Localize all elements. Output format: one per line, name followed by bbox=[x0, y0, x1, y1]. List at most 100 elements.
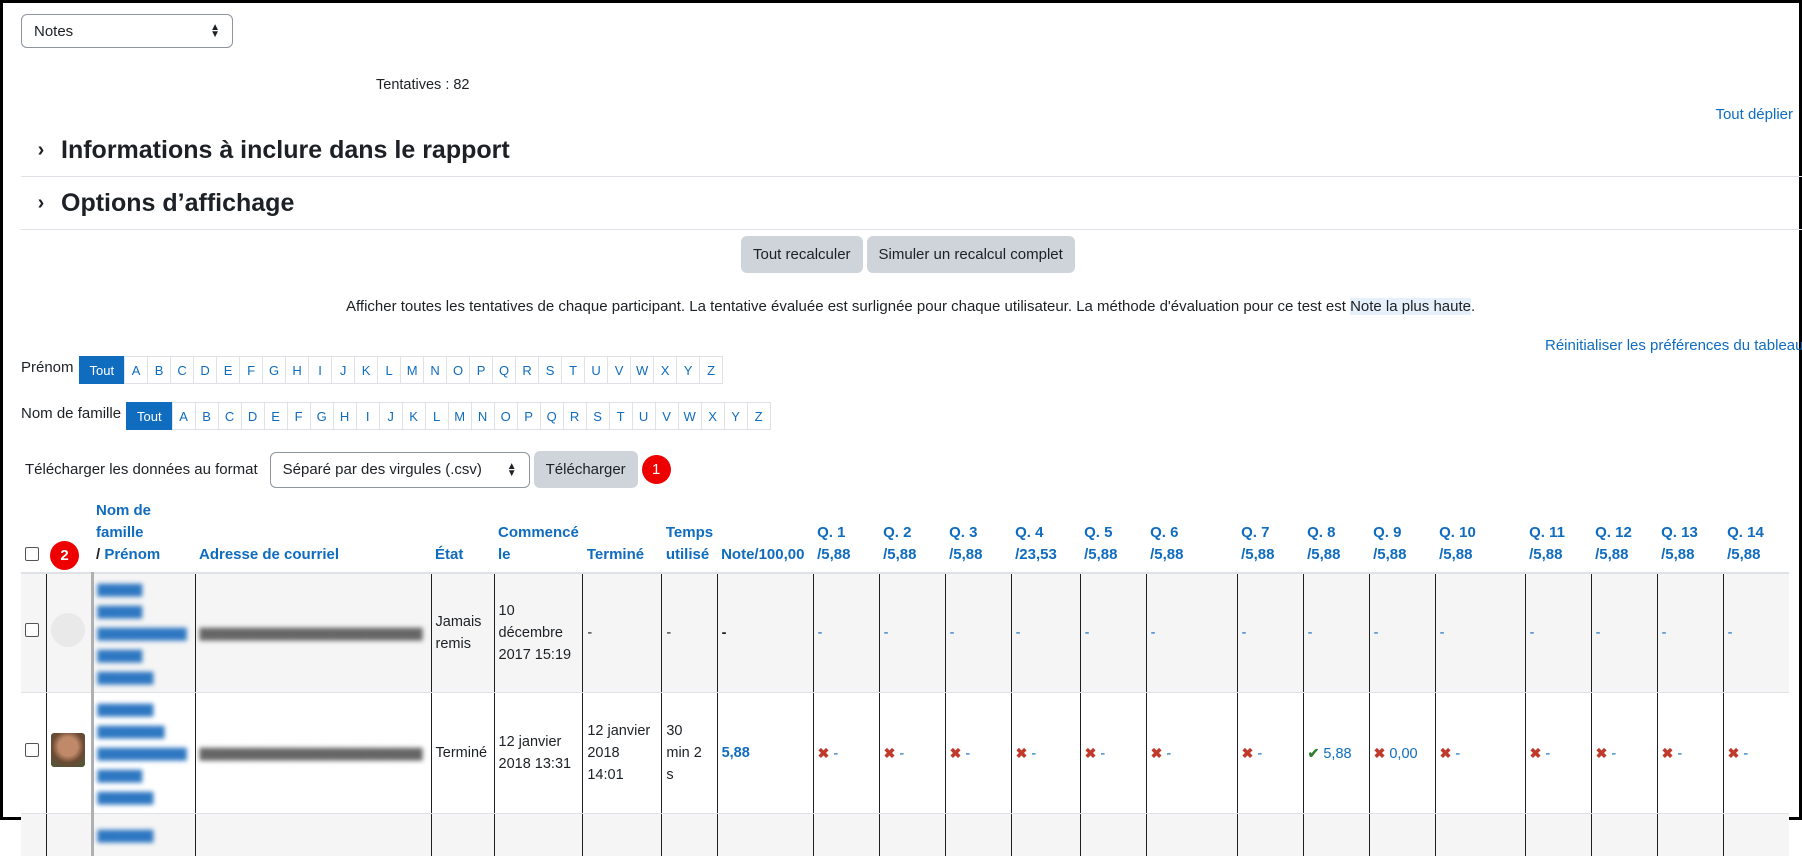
q-value[interactable]: - bbox=[1611, 746, 1616, 762]
header-q12[interactable]: Q. 12/5,88 bbox=[1591, 496, 1657, 573]
q-value[interactable]: - bbox=[899, 746, 904, 762]
lastname-letter-p[interactable]: P bbox=[517, 402, 541, 430]
lastname-letter-j[interactable]: J bbox=[379, 402, 403, 430]
q-value[interactable]: - bbox=[1728, 625, 1733, 641]
header-q10[interactable]: Q. 10/5,88 bbox=[1435, 496, 1525, 573]
firstname-letter-g[interactable]: G bbox=[262, 356, 286, 384]
firstname-letter-c[interactable]: C bbox=[170, 356, 194, 384]
firstname-letter-o[interactable]: O bbox=[446, 356, 470, 384]
section-report-info[interactable]: › Informations à inclure dans le rapport bbox=[21, 124, 1802, 177]
recalc-all-button[interactable]: Tout recalculer bbox=[741, 236, 863, 273]
header-finished[interactable]: Terminé bbox=[583, 496, 662, 573]
reset-table-preferences-link[interactable]: Réinitialiser les préférences du tableau bbox=[1545, 337, 1802, 354]
student-name-redacted[interactable]: ▆▆▆▆▆▆▆▆▆▆▆▆▆▆▆▆▆▆▆▆▆▆▆▆▆▆▆▆ bbox=[98, 701, 187, 805]
lastname-letter-e[interactable]: E bbox=[264, 402, 288, 430]
q-value[interactable]: - bbox=[1374, 625, 1379, 641]
lastname-letter-q[interactable]: Q bbox=[540, 402, 564, 430]
lastname-letter-a[interactable]: A bbox=[172, 402, 196, 430]
firstname-letter-b[interactable]: B bbox=[147, 356, 171, 384]
report-view-select[interactable]: Notes ▲▼ bbox=[21, 14, 233, 48]
firstname-letter-k[interactable]: K bbox=[354, 356, 378, 384]
q-value[interactable]: - bbox=[1530, 625, 1535, 641]
lastname-letter-i[interactable]: I bbox=[356, 402, 380, 430]
firstname-letter-j[interactable]: J bbox=[331, 356, 355, 384]
firstname-letter-e[interactable]: E bbox=[216, 356, 240, 384]
simulate-recalc-button[interactable]: Simuler un recalcul complet bbox=[867, 236, 1075, 273]
q-value[interactable]: - bbox=[1545, 746, 1550, 762]
q-value[interactable]: - bbox=[1677, 746, 1682, 762]
q-value[interactable]: 5,88 bbox=[1323, 746, 1351, 762]
lastname-letter-o[interactable]: O bbox=[494, 402, 518, 430]
lastname-letter-b[interactable]: B bbox=[195, 402, 219, 430]
select-all-checkbox[interactable] bbox=[25, 547, 39, 561]
sort-lastname-link[interactable]: Nom defamille bbox=[96, 502, 151, 541]
lastname-letter-x[interactable]: X bbox=[701, 402, 725, 430]
q-value[interactable]: 0,00 bbox=[1389, 746, 1417, 762]
firstname-letter-q[interactable]: Q bbox=[492, 356, 516, 384]
lastname-letter-s[interactable]: S bbox=[586, 402, 610, 430]
q-value[interactable]: - bbox=[884, 625, 889, 641]
q-value[interactable]: - bbox=[950, 625, 955, 641]
firstname-letter-all[interactable]: Tout bbox=[79, 356, 126, 384]
q-value[interactable]: - bbox=[1151, 625, 1156, 641]
lastname-letter-y[interactable]: Y bbox=[724, 402, 748, 430]
row-checkbox[interactable] bbox=[25, 623, 39, 637]
student-name-redacted[interactable]: ▆▆▆▆▆ bbox=[98, 827, 154, 843]
firstname-letter-r[interactable]: R bbox=[515, 356, 539, 384]
header-q7[interactable]: Q. 7/5,88 bbox=[1237, 496, 1303, 573]
header-grade[interactable]: Note/100,00 bbox=[717, 496, 813, 573]
sort-firstname-link[interactable]: Prénom bbox=[104, 546, 160, 563]
lastname-letter-f[interactable]: F bbox=[287, 402, 311, 430]
firstname-letter-z[interactable]: Z bbox=[699, 356, 723, 384]
lastname-letter-k[interactable]: K bbox=[402, 402, 426, 430]
q-value[interactable]: - bbox=[1242, 625, 1247, 641]
firstname-letter-x[interactable]: X bbox=[653, 356, 677, 384]
firstname-letter-i[interactable]: I bbox=[308, 356, 332, 384]
header-q1[interactable]: Q. 1/5,88 bbox=[813, 496, 879, 573]
header-email[interactable]: Adresse de courriel bbox=[195, 496, 431, 573]
q-value[interactable]: - bbox=[1662, 625, 1667, 641]
q-value[interactable]: - bbox=[818, 625, 823, 641]
row-checkbox[interactable] bbox=[25, 743, 39, 757]
lastname-letter-c[interactable]: C bbox=[218, 402, 242, 430]
download-button[interactable]: Télécharger bbox=[534, 451, 638, 488]
q-value[interactable]: - bbox=[1100, 746, 1105, 762]
download-format-select[interactable]: Séparé par des virgules (.csv) ▲▼ bbox=[270, 452, 530, 488]
firstname-letter-t[interactable]: T bbox=[561, 356, 585, 384]
q-value[interactable]: - bbox=[1031, 746, 1036, 762]
firstname-letter-n[interactable]: N bbox=[423, 356, 447, 384]
q-value[interactable]: - bbox=[1743, 746, 1748, 762]
firstname-letter-m[interactable]: M bbox=[400, 356, 424, 384]
avatar[interactable] bbox=[51, 733, 85, 767]
q-value[interactable]: - bbox=[1455, 746, 1460, 762]
section-display-options[interactable]: › Options d’affichage bbox=[21, 177, 1802, 230]
q-value[interactable]: - bbox=[1166, 746, 1171, 762]
header-q3[interactable]: Q. 3/5,88 bbox=[945, 496, 1011, 573]
q-value[interactable]: - bbox=[833, 746, 838, 762]
lastname-letter-n[interactable]: N bbox=[471, 402, 495, 430]
lastname-letter-l[interactable]: L bbox=[425, 402, 449, 430]
firstname-letter-u[interactable]: U bbox=[584, 356, 608, 384]
lastname-letter-t[interactable]: T bbox=[609, 402, 633, 430]
q-value[interactable]: - bbox=[1257, 746, 1262, 762]
firstname-letter-a[interactable]: A bbox=[124, 356, 148, 384]
expand-all-link[interactable]: Tout déplier bbox=[1715, 106, 1793, 123]
lastname-letter-w[interactable]: W bbox=[678, 402, 702, 430]
q-value[interactable]: - bbox=[1596, 625, 1601, 641]
avatar[interactable] bbox=[51, 613, 85, 647]
firstname-letter-l[interactable]: L bbox=[377, 356, 401, 384]
header-q14[interactable]: Q. 14/5,88 bbox=[1723, 496, 1789, 573]
header-q11[interactable]: Q. 11/5,88 bbox=[1525, 496, 1591, 573]
lastname-letter-v[interactable]: V bbox=[655, 402, 679, 430]
lastname-letter-u[interactable]: U bbox=[632, 402, 656, 430]
header-q8[interactable]: Q. 8/5,88 bbox=[1303, 496, 1369, 573]
header-q9[interactable]: Q. 9/5,88 bbox=[1369, 496, 1435, 573]
firstname-letter-d[interactable]: D bbox=[193, 356, 217, 384]
q-value[interactable]: - bbox=[1085, 625, 1090, 641]
q-value[interactable]: - bbox=[1308, 625, 1313, 641]
header-state[interactable]: État bbox=[431, 496, 494, 573]
grade-link[interactable]: 5,88 bbox=[722, 745, 750, 761]
firstname-letter-w[interactable]: W bbox=[630, 356, 654, 384]
header-q13[interactable]: Q. 13/5,88 bbox=[1657, 496, 1723, 573]
firstname-letter-h[interactable]: H bbox=[285, 356, 309, 384]
